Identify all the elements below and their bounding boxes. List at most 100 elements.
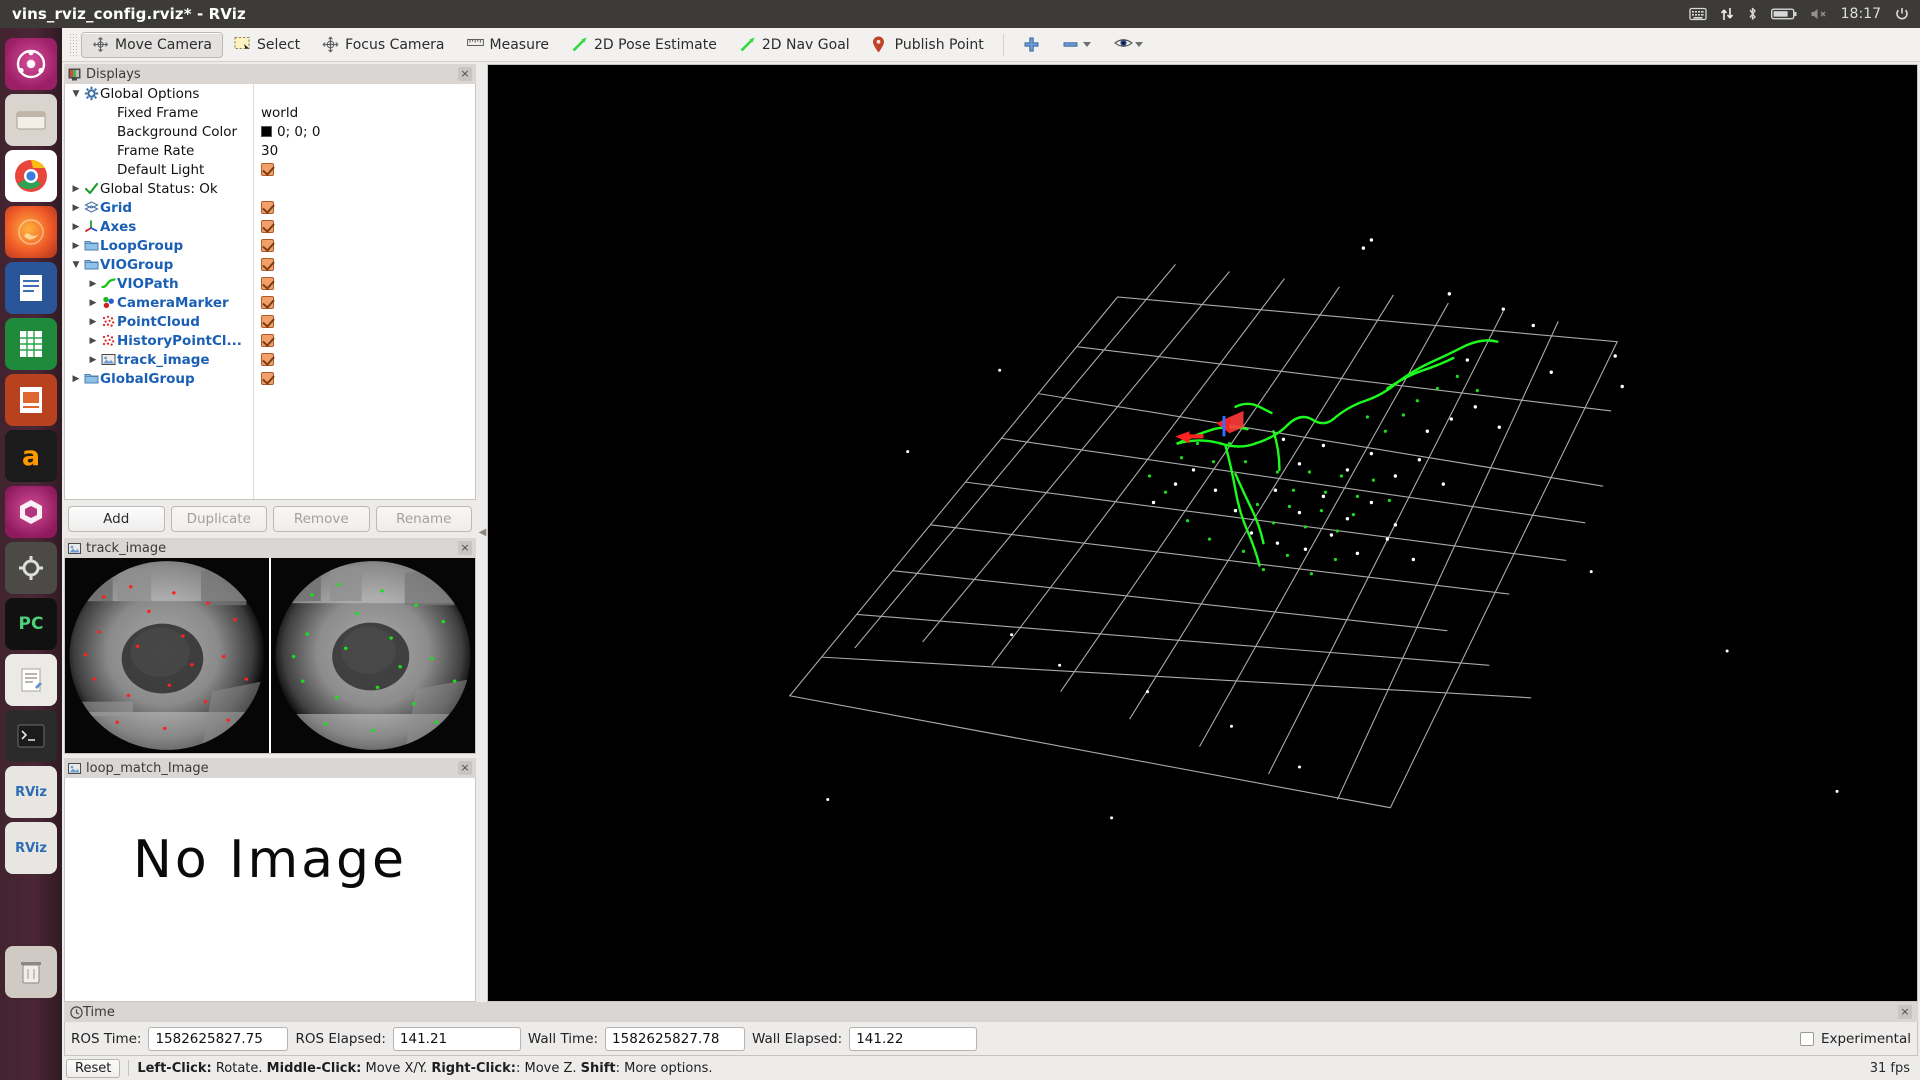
tree-item-track-image[interactable]: ▶ track_image xyxy=(65,350,475,369)
tree-expand-arrow[interactable]: ▶ xyxy=(86,336,100,346)
tree-item-value[interactable] xyxy=(261,201,274,214)
wall-elapsed-input[interactable]: 141.22 xyxy=(849,1026,978,1051)
tree-item-global-status-ok[interactable]: ▶ Global Status: Ok xyxy=(65,179,475,198)
bluetooth-icon[interactable] xyxy=(1747,6,1758,22)
tool-visibility-button[interactable] xyxy=(1103,32,1155,58)
close-icon[interactable]: × xyxy=(458,541,472,555)
track-image-view[interactable] xyxy=(64,558,476,754)
enable-checkbox[interactable] xyxy=(261,201,274,214)
launcher-item-rviz-1[interactable]: RViz xyxy=(5,766,57,818)
enable-checkbox[interactable] xyxy=(261,163,274,176)
toolbar-grip[interactable] xyxy=(68,33,77,56)
tree-item-value[interactable] xyxy=(261,334,274,347)
tool-select[interactable]: Select xyxy=(223,32,311,58)
tree-expand-arrow[interactable]: ▶ xyxy=(86,279,100,289)
tree-item-axes[interactable]: ▶ Axes xyxy=(65,217,475,236)
tree-item-frame-rate[interactable]: Frame Rate 30 xyxy=(65,141,475,160)
ros-time-input[interactable]: 1582625827.75 xyxy=(148,1026,289,1051)
ros-elapsed-input[interactable]: 141.21 xyxy=(392,1026,521,1051)
enable-checkbox[interactable] xyxy=(261,372,274,385)
launcher-item-text-editor[interactable] xyxy=(5,654,57,706)
tree-expand-arrow[interactable]: ▶ xyxy=(69,374,83,384)
launcher-item-libreoffice-writer[interactable] xyxy=(5,262,57,314)
launcher-item-ubuntu-dash[interactable] xyxy=(5,38,57,90)
launcher-item-terminal[interactable] xyxy=(5,710,57,762)
tree-item-default-light[interactable]: Default Light xyxy=(65,160,475,179)
tree-item-pointcloud[interactable]: ▶ PointCloud xyxy=(65,312,475,331)
tree-expand-arrow[interactable]: ▶ xyxy=(86,298,100,308)
enable-checkbox[interactable] xyxy=(261,315,274,328)
tree-item-fixed-frame[interactable]: Fixed Frame world xyxy=(65,103,475,122)
tool-2d-nav-goal[interactable]: 2D Nav Goal xyxy=(728,32,861,58)
tree-expand-arrow[interactable]: ▶ xyxy=(69,222,83,232)
tool-move-camera[interactable]: Move Camera xyxy=(81,31,223,58)
loop-match-view[interactable]: No Image xyxy=(64,778,476,1002)
tree-item-value[interactable] xyxy=(261,277,274,290)
launcher-item-firefox[interactable] xyxy=(5,206,57,258)
launcher-item-libreoffice-impress[interactable] xyxy=(5,374,57,426)
tree-collapse-arrow[interactable]: ▼ xyxy=(69,89,83,99)
tree-item-value[interactable] xyxy=(261,353,274,366)
add-tool-button[interactable] xyxy=(1012,32,1051,58)
launcher-item-rviz-2[interactable]: RViz xyxy=(5,822,57,874)
tree-item-grid[interactable]: ▶ Grid xyxy=(65,198,475,217)
reset-button[interactable]: Reset xyxy=(66,1058,121,1078)
tree-expand-arrow[interactable]: ▶ xyxy=(69,184,83,194)
tree-item-globalgroup[interactable]: ▶ GlobalGroup xyxy=(65,369,475,388)
power-icon[interactable] xyxy=(1894,6,1910,22)
launcher-item-ubuntu-software[interactable] xyxy=(5,486,57,538)
launcher-item-trash[interactable] xyxy=(5,946,57,998)
experimental-checkbox[interactable] xyxy=(1799,1031,1814,1046)
tree-expand-arrow[interactable]: ▶ xyxy=(69,241,83,251)
enable-checkbox[interactable] xyxy=(261,296,274,309)
tree-item-global-options[interactable]: ▼ Global Options xyxy=(65,84,475,103)
launcher-item-files[interactable] xyxy=(5,94,57,146)
enable-checkbox[interactable] xyxy=(261,353,274,366)
remove-tool-button[interactable] xyxy=(1051,32,1103,58)
launcher-item-pycharm[interactable]: PC xyxy=(5,598,57,650)
tool-publish-point[interactable]: Publish Point xyxy=(861,32,995,58)
wall-time-input[interactable]: 1582625827.78 xyxy=(605,1026,746,1051)
launcher-item-libreoffice-calc[interactable] xyxy=(5,318,57,370)
experimental-toggle[interactable]: Experimental xyxy=(1799,1031,1911,1047)
keyboard-icon[interactable] xyxy=(1688,7,1707,21)
tree-item-value[interactable] xyxy=(261,220,274,233)
launcher-item-system-settings[interactable] xyxy=(5,542,57,594)
tool-measure[interactable]: Measure xyxy=(456,32,561,58)
close-icon[interactable]: × xyxy=(1898,1005,1912,1019)
tree-item-value[interactable] xyxy=(261,296,274,309)
tree-item-value[interactable] xyxy=(261,315,274,328)
tree-expand-arrow[interactable]: ▶ xyxy=(86,317,100,327)
close-icon[interactable]: × xyxy=(458,761,472,775)
add-button[interactable]: Add xyxy=(68,506,165,532)
volume-muted-icon[interactable] xyxy=(1810,7,1828,21)
enable-checkbox[interactable] xyxy=(261,220,274,233)
enable-checkbox[interactable] xyxy=(261,277,274,290)
displays-tree[interactable]: ▼ Global Options Fixed Frame world Backgroun… xyxy=(64,84,476,500)
launcher-item-amazon[interactable]: a xyxy=(5,430,57,482)
network-icon[interactable] xyxy=(1720,6,1734,22)
tree-item-loopgroup[interactable]: ▶ LoopGroup xyxy=(65,236,475,255)
tree-item-historypointcl[interactable]: ▶ HistoryPointCl... xyxy=(65,331,475,350)
close-icon[interactable]: × xyxy=(458,67,472,81)
color-swatch[interactable] xyxy=(261,126,272,137)
tree-item-cameramarker[interactable]: ▶ CameraMarker xyxy=(65,293,475,312)
tree-item-viopath[interactable]: ▶ VIOPath xyxy=(65,274,475,293)
chevron-down-icon[interactable] xyxy=(1082,36,1092,53)
tree-item-value[interactable] xyxy=(261,372,274,385)
chevron-down-icon[interactable] xyxy=(1134,36,1144,53)
clock-label[interactable]: 18:17 xyxy=(1841,6,1881,22)
tool-focus-camera[interactable]: Focus Camera xyxy=(311,32,455,58)
enable-checkbox[interactable] xyxy=(261,258,274,271)
tree-item-background-color[interactable]: Background Color 0; 0; 0 xyxy=(65,122,475,141)
enable-checkbox[interactable] xyxy=(261,334,274,347)
enable-checkbox[interactable] xyxy=(261,239,274,252)
dock-splitter-handle[interactable]: ◀ xyxy=(478,62,487,1002)
tree-item-viogroup[interactable]: ▼ VIOGroup xyxy=(65,255,475,274)
tree-collapse-arrow[interactable]: ▼ xyxy=(69,260,83,270)
3d-render-view[interactable] xyxy=(487,64,1918,1002)
tree-item-value[interactable] xyxy=(261,258,274,271)
tree-item-value[interactable] xyxy=(261,239,274,252)
tree-expand-arrow[interactable]: ▶ xyxy=(86,355,100,365)
tool-2d-pose-estimate[interactable]: 2D Pose Estimate xyxy=(560,32,728,58)
